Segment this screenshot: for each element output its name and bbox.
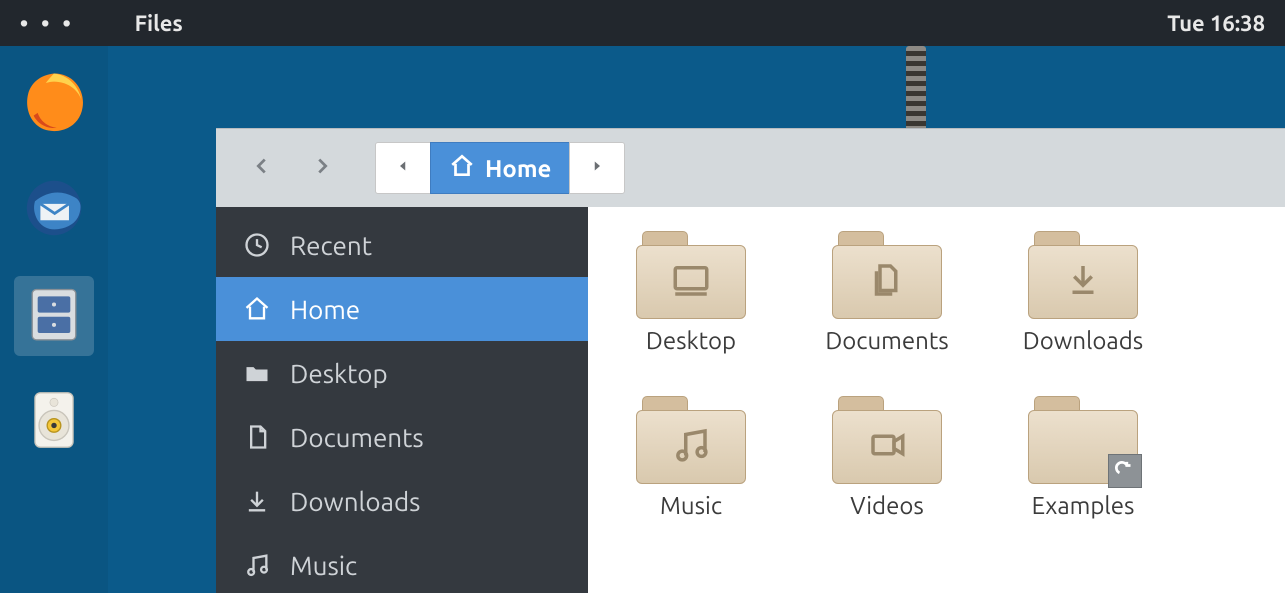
content-area: Desktop Documents Downloads xyxy=(588,207,1285,593)
folder-grid: Desktop Documents Downloads xyxy=(618,231,1255,519)
firefox-icon xyxy=(20,68,88,140)
path-segment-label: Home xyxy=(485,155,551,182)
thunderbird-icon xyxy=(20,174,88,246)
toolbar: Home xyxy=(216,129,1285,207)
sidebar-item-downloads[interactable]: Downloads xyxy=(216,469,588,533)
sidebar-item-label: Documents xyxy=(290,423,424,452)
triangle-left-icon xyxy=(394,157,412,179)
files-window: Home Recent Home Desktop Documents xyxy=(216,128,1285,593)
clock-icon xyxy=(242,230,272,260)
sidebar-item-home[interactable]: Home xyxy=(216,277,588,341)
folder-label: Downloads xyxy=(1023,327,1143,354)
folder-desktop[interactable]: Desktop xyxy=(618,231,764,354)
forward-button[interactable] xyxy=(298,144,346,192)
path-segment-home[interactable]: Home xyxy=(430,142,570,194)
menubar: • • • Files Tue 16:38 xyxy=(0,0,1285,46)
desktop-glyph-icon xyxy=(670,259,712,305)
sidebar-item-label: Music xyxy=(290,551,357,580)
sidebar-item-recent[interactable]: Recent xyxy=(216,213,588,277)
chevron-right-icon xyxy=(311,155,333,181)
folder-icon xyxy=(1028,231,1138,319)
sidebar-item-label: Home xyxy=(290,295,360,324)
document-icon xyxy=(242,422,272,452)
path-prev-button[interactable] xyxy=(375,142,431,194)
desktop-decoration xyxy=(906,46,926,136)
sidebar-item-label: Recent xyxy=(290,231,372,260)
sidebar-item-music[interactable]: Music xyxy=(216,533,588,593)
folder-examples[interactable]: Examples xyxy=(1010,396,1156,519)
folder-downloads[interactable]: Downloads xyxy=(1010,231,1156,354)
sidebar-item-label: Desktop xyxy=(290,359,388,388)
home-icon xyxy=(449,153,475,184)
folder-icon xyxy=(832,396,942,484)
video-glyph-icon xyxy=(866,424,908,470)
folder-icon xyxy=(832,231,942,319)
speaker-icon xyxy=(20,386,88,458)
triangle-right-icon xyxy=(588,157,606,179)
folder-label: Music xyxy=(660,492,722,519)
path-bar: Home xyxy=(376,142,625,194)
clock[interactable]: Tue 16:38 xyxy=(1167,11,1265,36)
path-next-button[interactable] xyxy=(569,142,625,194)
folder-icon xyxy=(242,358,272,388)
download-glyph-icon xyxy=(1062,259,1104,305)
folder-music[interactable]: Music xyxy=(618,396,764,519)
folder-icon xyxy=(636,396,746,484)
app-menu-label[interactable]: Files xyxy=(135,11,183,36)
dock-item-files[interactable] xyxy=(14,276,94,356)
symlink-badge-icon xyxy=(1108,454,1142,488)
folder-documents[interactable]: Documents xyxy=(814,231,960,354)
folder-label: Desktop xyxy=(646,327,736,354)
folder-videos[interactable]: Videos xyxy=(814,396,960,519)
sidebar-item-desktop[interactable]: Desktop xyxy=(216,341,588,405)
folder-icon xyxy=(1028,396,1138,484)
back-button[interactable] xyxy=(238,144,286,192)
sidebar: Recent Home Desktop Documents Downloads … xyxy=(216,207,588,593)
dock-item-firefox[interactable] xyxy=(14,64,94,144)
folder-label: Videos xyxy=(850,492,924,519)
music-glyph-icon xyxy=(670,424,712,470)
folder-label: Examples xyxy=(1032,492,1135,519)
files-icon xyxy=(20,280,88,352)
download-icon xyxy=(242,486,272,516)
dock-item-rhythmbox[interactable] xyxy=(14,382,94,462)
chevron-left-icon xyxy=(251,155,273,181)
folder-label: Documents xyxy=(825,327,948,354)
documents-glyph-icon xyxy=(866,259,908,305)
folder-icon xyxy=(636,231,746,319)
activities-button[interactable]: • • • xyxy=(20,11,75,36)
music-icon xyxy=(242,550,272,580)
dock-item-thunderbird[interactable] xyxy=(14,170,94,250)
dock xyxy=(0,46,108,593)
sidebar-item-documents[interactable]: Documents xyxy=(216,405,588,469)
sidebar-item-label: Downloads xyxy=(290,487,420,516)
home-icon xyxy=(242,294,272,324)
